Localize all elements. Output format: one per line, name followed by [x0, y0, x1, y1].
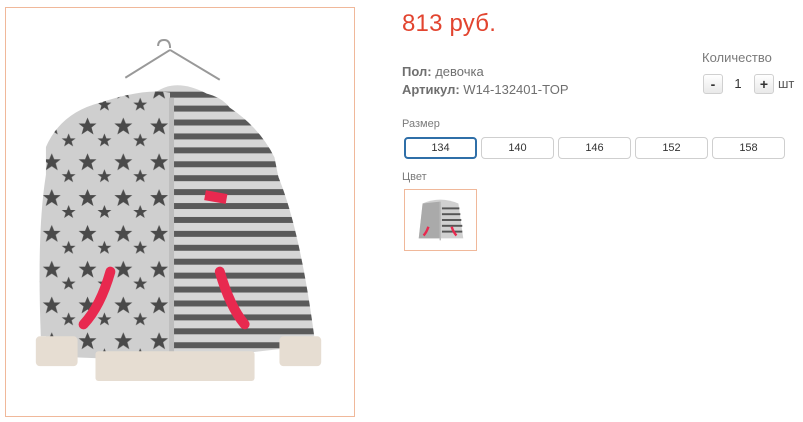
size-option-146[interactable]: 146 [558, 137, 631, 159]
color-label: Цвет [402, 171, 427, 183]
quantity-label: Количество [702, 50, 772, 65]
jacket-illustration [35, 38, 322, 382]
color-swatch-thumbnail[interactable] [404, 189, 477, 251]
size-option-134[interactable]: 134 [404, 137, 477, 159]
attribute-gender: Пол: девочка [402, 63, 569, 81]
product-main-image[interactable] [5, 7, 355, 417]
product-price: 813 руб. [402, 10, 497, 37]
attribute-value: девочка [435, 64, 484, 79]
attribute-sku: Артикул: W14-132401-TOP [402, 81, 569, 99]
size-option-140[interactable]: 140 [481, 137, 554, 159]
attribute-value: W14-132401-TOP [463, 82, 569, 97]
quantity-input[interactable] [726, 74, 750, 94]
size-option-158[interactable]: 158 [712, 137, 785, 159]
size-options: 134 140 146 152 158 [404, 137, 785, 159]
product-attributes: Пол: девочка Артикул: W14-132401-TOP [402, 63, 569, 99]
quantity-unit: шт [778, 76, 795, 91]
quantity-increase-button[interactable]: + [754, 74, 774, 94]
attribute-label: Артикул: [402, 82, 460, 97]
quantity-decrease-button[interactable]: - [703, 74, 723, 94]
size-option-152[interactable]: 152 [635, 137, 708, 159]
jacket-thumbnail [405, 190, 476, 250]
size-label: Размер [402, 118, 440, 130]
attribute-label: Пол: [402, 64, 432, 79]
